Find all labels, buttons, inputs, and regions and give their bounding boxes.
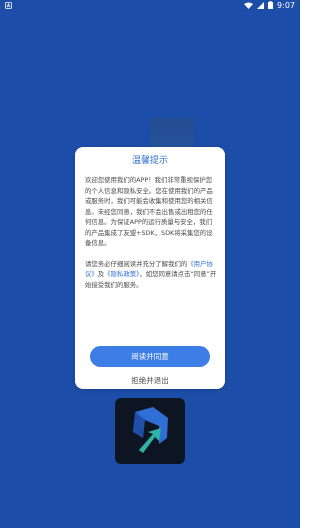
app-logo (115, 398, 185, 464)
decline-button[interactable]: 拒绝并退出 (75, 376, 225, 386)
battery-icon (268, 1, 274, 11)
dialog-title: 温馨提示 (131, 156, 168, 166)
status-time: 9:07 (277, 1, 295, 10)
status-bar: 9:07 (0, 0, 300, 12)
app-logo-icon (133, 407, 168, 453)
dialog-paragraph-1: 欢迎您使用我们的APP！我们非常重视保护您的个人信息和隐私安全。您在使用我们的产… (85, 176, 213, 247)
notification-a-icon (5, 2, 12, 9)
splash-screen: 9:07 温馨提示 欢迎您使用我们的APP！我们非常重视保护您的个人信息和隐私安… (0, 0, 300, 528)
signal-icon (257, 1, 265, 11)
privacy-policy-link[interactable]: 《隐私政策》 (104, 270, 139, 278)
dialog-body: 欢迎您使用我们的APP！我们非常重视保护您的个人信息和隐私安全。您在使用我们的产… (85, 175, 217, 290)
dialog-paragraph-2: 请您务必仔细阅读并充分了解我们的《用户协议》及《隐私政策》，如您同意请点击“同意… (85, 259, 217, 291)
privacy-dialog: 温馨提示 欢迎您使用我们的APP！我们非常重视保护您的个人信息和隐私安全。您在使… (75, 147, 225, 389)
para2-prefix: 请您务必仔细阅读并充分了解我们的 (85, 259, 188, 268)
agree-button[interactable]: 阅读并同意 (90, 346, 210, 367)
wifi-icon (244, 2, 254, 11)
